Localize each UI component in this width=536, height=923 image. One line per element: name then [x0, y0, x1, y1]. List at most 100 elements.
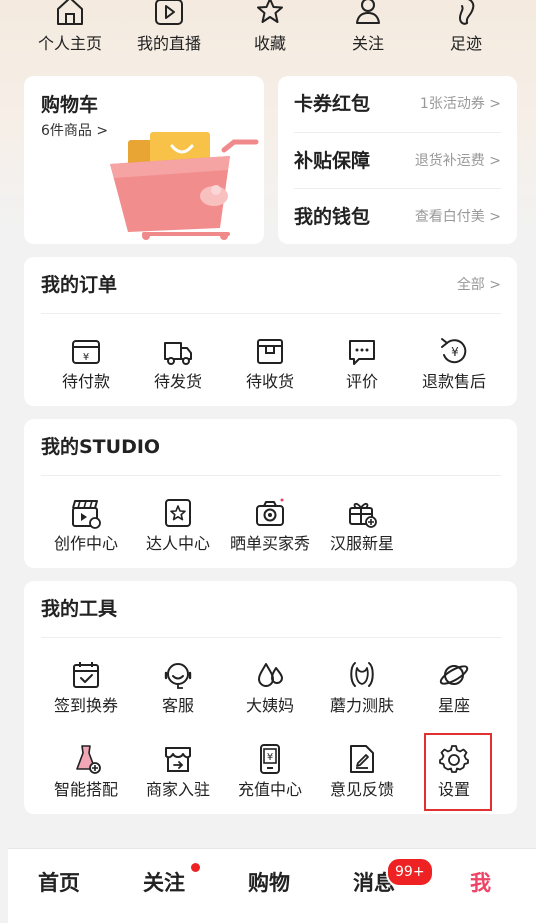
- planet-icon: [439, 665, 469, 685]
- order-label: 退款售后: [421, 372, 486, 391]
- phone-recharge-icon: ¥: [260, 744, 280, 774]
- tab-shopping[interactable]: 购物: [248, 869, 290, 897]
- order-review[interactable]: 评价: [316, 335, 408, 411]
- link-value: 查看白付美 >: [414, 209, 501, 225]
- tool-smart-outfit[interactable]: 智能搭配: [40, 743, 132, 819]
- order-label: 评价: [345, 372, 378, 391]
- section-title: 我的STUDIO: [41, 436, 161, 458]
- shortcut-label: 收藏: [253, 34, 286, 53]
- studio-influencer-center[interactable]: 达人中心: [132, 497, 224, 573]
- divider: [41, 313, 501, 314]
- calendar-check-icon: [73, 662, 99, 688]
- shortcut-favorites[interactable]: 收藏: [224, 0, 316, 60]
- shortcut-label: 足迹: [449, 34, 482, 53]
- tool-label: 智能搭配: [53, 780, 118, 799]
- link-wallet[interactable]: 我的钱包 查看白付美 >: [294, 188, 501, 245]
- link-label: 补贴保障: [294, 150, 371, 172]
- order-label: 待收货: [245, 372, 294, 391]
- svg-text:¥: ¥: [451, 345, 459, 359]
- tool-label: 蘑力测肤: [329, 696, 394, 715]
- quick-links-card: 卡券红包 1张活动券 > 补贴保障 退货补运费 > 我的钱包 查看白付美 >: [278, 76, 517, 244]
- shortcut-profile-home[interactable]: 个人主页: [24, 0, 116, 60]
- divider: [41, 475, 501, 476]
- order-label: 待付款: [61, 372, 110, 391]
- dress-icon: [76, 745, 101, 774]
- tool-recharge-center[interactable]: ¥ 充值中心: [224, 743, 316, 819]
- home-icon: [57, 0, 83, 25]
- section-title: 我的订单: [41, 274, 118, 296]
- svg-text:¥: ¥: [83, 352, 89, 363]
- clapperboard-icon: [72, 500, 101, 529]
- bottom-tab-bar: 首页 关注 购物 消息 我: [8, 848, 536, 923]
- section-title: 我的工具: [41, 598, 118, 620]
- order-pending-payment[interactable]: ¥ 待付款: [40, 335, 132, 411]
- tool-label: 星座: [437, 696, 470, 715]
- shopping-cart-card[interactable]: 购物车 6件商品 >: [24, 76, 264, 244]
- comment-icon: [349, 340, 375, 365]
- box-icon: [257, 339, 283, 364]
- messages-count-badge: 99+: [386, 857, 434, 887]
- star-badge-icon: [165, 499, 191, 527]
- view-all-orders-link[interactable]: 全部 >: [457, 275, 501, 295]
- camera-icon: [256, 498, 284, 526]
- wallet-icon: ¥: [72, 340, 100, 364]
- studio-label: 晒单买家秀: [229, 534, 310, 553]
- tool-merchant-join[interactable]: 商家入驻: [132, 743, 224, 819]
- divider: [41, 637, 501, 638]
- profile-shortcuts: 个人主页 我的直播 收藏 关注 足迹: [24, 0, 512, 60]
- link-subsidy[interactable]: 补贴保障 退货补运费 >: [294, 132, 501, 189]
- order-to-receive[interactable]: 待收货: [224, 335, 316, 411]
- tab-home[interactable]: 首页: [38, 869, 80, 897]
- studio-label: 汉服新星: [329, 534, 394, 553]
- shortcut-my-live[interactable]: 我的直播: [123, 0, 215, 60]
- studio-label: 创作中心: [53, 534, 118, 553]
- cart-item-count: 6件商品 >: [41, 123, 109, 139]
- link-label: 我的钱包: [294, 206, 371, 228]
- tool-period-tracker[interactable]: 大姨妈: [224, 659, 316, 735]
- tool-horoscope[interactable]: 星座: [408, 659, 500, 735]
- settings-highlight-box: [424, 733, 492, 811]
- studio-creator-center[interactable]: 创作中心: [40, 497, 132, 573]
- service-icon: [164, 663, 192, 689]
- user-follow-icon: [356, 0, 380, 24]
- star-icon: [257, 0, 283, 23]
- my-orders-card: 我的订单 全部 > ¥ 待付款 待发货 待收货 评价 ¥ 退款售后: [24, 257, 517, 406]
- shortcut-following[interactable]: 关注: [322, 0, 414, 60]
- footprint-icon: [458, 0, 475, 25]
- svg-text:¥: ¥: [267, 752, 273, 763]
- following-notification-dot: [191, 863, 200, 872]
- tool-label: 大姨妈: [245, 696, 294, 715]
- tool-label: 充值中心: [237, 780, 302, 799]
- shopping-cart-illustration: [110, 132, 259, 240]
- studio-hanfu-star[interactable]: 汉服新星: [316, 497, 408, 573]
- shortcut-label: 我的直播: [136, 34, 201, 53]
- shortcut-footprint[interactable]: 足迹: [420, 0, 512, 60]
- tool-label: 意见反馈: [329, 780, 394, 799]
- link-coupons[interactable]: 卡券红包 1张活动券 >: [294, 76, 501, 132]
- refund-icon: ¥: [441, 338, 467, 364]
- live-icon: [155, 0, 183, 25]
- my-studio-card: 我的STUDIO 创作中心 达人中心 晒单买家秀 汉服新星: [24, 419, 517, 568]
- order-to-ship[interactable]: 待发货: [132, 335, 224, 411]
- tool-checkin-coupons[interactable]: 签到换券: [40, 659, 132, 735]
- face-icon: [350, 662, 374, 687]
- feedback-icon: [350, 745, 374, 773]
- tool-label: 客服: [161, 696, 194, 715]
- truck-icon: [164, 342, 192, 365]
- store-icon: [165, 747, 191, 772]
- shortcut-label: 关注: [351, 34, 384, 53]
- link-value: 1张活动券 >: [419, 96, 501, 112]
- link-label: 卡券红包: [294, 93, 371, 115]
- tool-label: 商家入驻: [145, 780, 210, 799]
- tool-feedback[interactable]: 意见反馈: [316, 743, 408, 819]
- studio-buyer-show[interactable]: 晒单买家秀: [224, 497, 316, 573]
- order-refund[interactable]: ¥ 退款售后: [408, 335, 500, 411]
- tool-customer-service[interactable]: 客服: [132, 659, 224, 735]
- tab-following[interactable]: 关注: [143, 869, 185, 897]
- order-label: 待发货: [153, 372, 202, 391]
- cart-title: 购物车: [41, 94, 99, 116]
- tab-me[interactable]: 我: [470, 869, 491, 897]
- tool-skin-test[interactable]: 蘑力测肤: [316, 659, 408, 735]
- shortcut-label: 个人主页: [37, 34, 102, 53]
- droplets-icon: [258, 663, 283, 687]
